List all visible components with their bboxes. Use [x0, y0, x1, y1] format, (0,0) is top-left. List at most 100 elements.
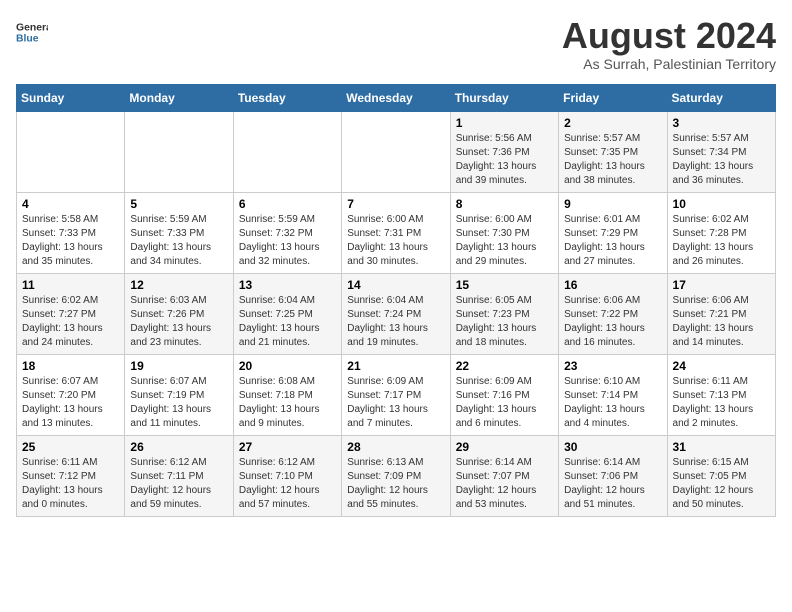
logo: General Blue	[16, 16, 48, 48]
calendar-cell	[342, 111, 450, 192]
day-number: 12	[130, 278, 227, 292]
day-number: 5	[130, 197, 227, 211]
calendar-cell: 24 Sunrise: 6:11 AMSunset: 7:13 PMDaylig…	[667, 354, 775, 435]
day-number: 6	[239, 197, 336, 211]
header-monday: Monday	[125, 84, 233, 111]
day-info: Sunrise: 6:09 AMSunset: 7:16 PMDaylight:…	[456, 376, 537, 429]
day-number: 29	[456, 440, 553, 454]
day-number: 24	[673, 359, 770, 373]
day-info: Sunrise: 6:04 AMSunset: 7:24 PMDaylight:…	[347, 295, 428, 348]
day-info: Sunrise: 6:14 AMSunset: 7:07 PMDaylight:…	[456, 457, 537, 510]
calendar-cell: 11 Sunrise: 6:02 AMSunset: 7:27 PMDaylig…	[17, 273, 125, 354]
day-info: Sunrise: 6:08 AMSunset: 7:18 PMDaylight:…	[239, 376, 320, 429]
calendar-cell	[125, 111, 233, 192]
day-number: 10	[673, 197, 770, 211]
day-info: Sunrise: 6:10 AMSunset: 7:14 PMDaylight:…	[564, 376, 645, 429]
day-info: Sunrise: 6:02 AMSunset: 7:27 PMDaylight:…	[22, 295, 103, 348]
day-number: 16	[564, 278, 661, 292]
day-number: 18	[22, 359, 119, 373]
calendar-week-1: 1 Sunrise: 5:56 AMSunset: 7:36 PMDayligh…	[17, 111, 776, 192]
day-info: Sunrise: 5:58 AMSunset: 7:33 PMDaylight:…	[22, 214, 103, 267]
day-info: Sunrise: 6:14 AMSunset: 7:06 PMDaylight:…	[564, 457, 645, 510]
calendar-cell: 4 Sunrise: 5:58 AMSunset: 7:33 PMDayligh…	[17, 192, 125, 273]
day-number: 7	[347, 197, 444, 211]
day-number: 4	[22, 197, 119, 211]
day-number: 14	[347, 278, 444, 292]
svg-text:General: General	[16, 22, 48, 33]
svg-text:Blue: Blue	[16, 34, 39, 45]
day-info: Sunrise: 5:59 AMSunset: 7:32 PMDaylight:…	[239, 214, 320, 267]
calendar-cell: 3 Sunrise: 5:57 AMSunset: 7:34 PMDayligh…	[667, 111, 775, 192]
calendar-cell: 8 Sunrise: 6:00 AMSunset: 7:30 PMDayligh…	[450, 192, 558, 273]
page-subtitle: As Surrah, Palestinian Territory	[562, 56, 776, 72]
day-number: 8	[456, 197, 553, 211]
calendar-cell: 2 Sunrise: 5:57 AMSunset: 7:35 PMDayligh…	[559, 111, 667, 192]
calendar-cell: 7 Sunrise: 6:00 AMSunset: 7:31 PMDayligh…	[342, 192, 450, 273]
calendar-cell: 12 Sunrise: 6:03 AMSunset: 7:26 PMDaylig…	[125, 273, 233, 354]
day-info: Sunrise: 6:06 AMSunset: 7:21 PMDaylight:…	[673, 295, 754, 348]
calendar-cell: 27 Sunrise: 6:12 AMSunset: 7:10 PMDaylig…	[233, 435, 341, 516]
day-info: Sunrise: 6:11 AMSunset: 7:13 PMDaylight:…	[673, 376, 754, 429]
day-info: Sunrise: 6:13 AMSunset: 7:09 PMDaylight:…	[347, 457, 428, 510]
day-number: 25	[22, 440, 119, 454]
day-info: Sunrise: 6:00 AMSunset: 7:31 PMDaylight:…	[347, 214, 428, 267]
day-number: 2	[564, 116, 661, 130]
day-number: 9	[564, 197, 661, 211]
day-info: Sunrise: 5:57 AMSunset: 7:35 PMDaylight:…	[564, 133, 645, 186]
day-info: Sunrise: 6:12 AMSunset: 7:11 PMDaylight:…	[130, 457, 211, 510]
day-info: Sunrise: 5:56 AMSunset: 7:36 PMDaylight:…	[456, 133, 537, 186]
calendar-cell: 31 Sunrise: 6:15 AMSunset: 7:05 PMDaylig…	[667, 435, 775, 516]
day-number: 31	[673, 440, 770, 454]
calendar-cell: 14 Sunrise: 6:04 AMSunset: 7:24 PMDaylig…	[342, 273, 450, 354]
calendar-week-3: 11 Sunrise: 6:02 AMSunset: 7:27 PMDaylig…	[17, 273, 776, 354]
day-info: Sunrise: 6:00 AMSunset: 7:30 PMDaylight:…	[456, 214, 537, 267]
calendar-cell: 20 Sunrise: 6:08 AMSunset: 7:18 PMDaylig…	[233, 354, 341, 435]
day-number: 13	[239, 278, 336, 292]
calendar-cell: 18 Sunrise: 6:07 AMSunset: 7:20 PMDaylig…	[17, 354, 125, 435]
header-sunday: Sunday	[17, 84, 125, 111]
calendar-cell: 13 Sunrise: 6:04 AMSunset: 7:25 PMDaylig…	[233, 273, 341, 354]
header-thursday: Thursday	[450, 84, 558, 111]
day-number: 3	[673, 116, 770, 130]
calendar-cell: 15 Sunrise: 6:05 AMSunset: 7:23 PMDaylig…	[450, 273, 558, 354]
day-number: 19	[130, 359, 227, 373]
calendar-cell: 16 Sunrise: 6:06 AMSunset: 7:22 PMDaylig…	[559, 273, 667, 354]
header-saturday: Saturday	[667, 84, 775, 111]
day-number: 22	[456, 359, 553, 373]
day-info: Sunrise: 6:02 AMSunset: 7:28 PMDaylight:…	[673, 214, 754, 267]
day-info: Sunrise: 6:05 AMSunset: 7:23 PMDaylight:…	[456, 295, 537, 348]
calendar-week-5: 25 Sunrise: 6:11 AMSunset: 7:12 PMDaylig…	[17, 435, 776, 516]
calendar-cell: 28 Sunrise: 6:13 AMSunset: 7:09 PMDaylig…	[342, 435, 450, 516]
calendar-table: Sunday Monday Tuesday Wednesday Thursday…	[16, 84, 776, 517]
page-title: August 2024	[562, 16, 776, 56]
day-info: Sunrise: 5:57 AMSunset: 7:34 PMDaylight:…	[673, 133, 754, 186]
day-number: 11	[22, 278, 119, 292]
calendar-week-4: 18 Sunrise: 6:07 AMSunset: 7:20 PMDaylig…	[17, 354, 776, 435]
day-number: 28	[347, 440, 444, 454]
calendar-cell	[17, 111, 125, 192]
calendar-cell: 21 Sunrise: 6:09 AMSunset: 7:17 PMDaylig…	[342, 354, 450, 435]
calendar-cell: 17 Sunrise: 6:06 AMSunset: 7:21 PMDaylig…	[667, 273, 775, 354]
calendar-cell: 1 Sunrise: 5:56 AMSunset: 7:36 PMDayligh…	[450, 111, 558, 192]
day-number: 26	[130, 440, 227, 454]
day-info: Sunrise: 6:15 AMSunset: 7:05 PMDaylight:…	[673, 457, 754, 510]
day-number: 30	[564, 440, 661, 454]
title-section: August 2024 As Surrah, Palestinian Terri…	[562, 16, 776, 72]
day-info: Sunrise: 6:12 AMSunset: 7:10 PMDaylight:…	[239, 457, 320, 510]
logo-icon: General Blue	[16, 16, 48, 48]
calendar-cell: 30 Sunrise: 6:14 AMSunset: 7:06 PMDaylig…	[559, 435, 667, 516]
day-info: Sunrise: 6:11 AMSunset: 7:12 PMDaylight:…	[22, 457, 103, 510]
day-number: 21	[347, 359, 444, 373]
day-info: Sunrise: 5:59 AMSunset: 7:33 PMDaylight:…	[130, 214, 211, 267]
calendar-cell: 9 Sunrise: 6:01 AMSunset: 7:29 PMDayligh…	[559, 192, 667, 273]
calendar-week-2: 4 Sunrise: 5:58 AMSunset: 7:33 PMDayligh…	[17, 192, 776, 273]
calendar-cell: 22 Sunrise: 6:09 AMSunset: 7:16 PMDaylig…	[450, 354, 558, 435]
day-info: Sunrise: 6:01 AMSunset: 7:29 PMDaylight:…	[564, 214, 645, 267]
day-info: Sunrise: 6:04 AMSunset: 7:25 PMDaylight:…	[239, 295, 320, 348]
header-row: Sunday Monday Tuesday Wednesday Thursday…	[17, 84, 776, 111]
calendar-cell: 5 Sunrise: 5:59 AMSunset: 7:33 PMDayligh…	[125, 192, 233, 273]
calendar-cell: 29 Sunrise: 6:14 AMSunset: 7:07 PMDaylig…	[450, 435, 558, 516]
calendar-cell: 10 Sunrise: 6:02 AMSunset: 7:28 PMDaylig…	[667, 192, 775, 273]
day-info: Sunrise: 6:09 AMSunset: 7:17 PMDaylight:…	[347, 376, 428, 429]
calendar-cell: 19 Sunrise: 6:07 AMSunset: 7:19 PMDaylig…	[125, 354, 233, 435]
